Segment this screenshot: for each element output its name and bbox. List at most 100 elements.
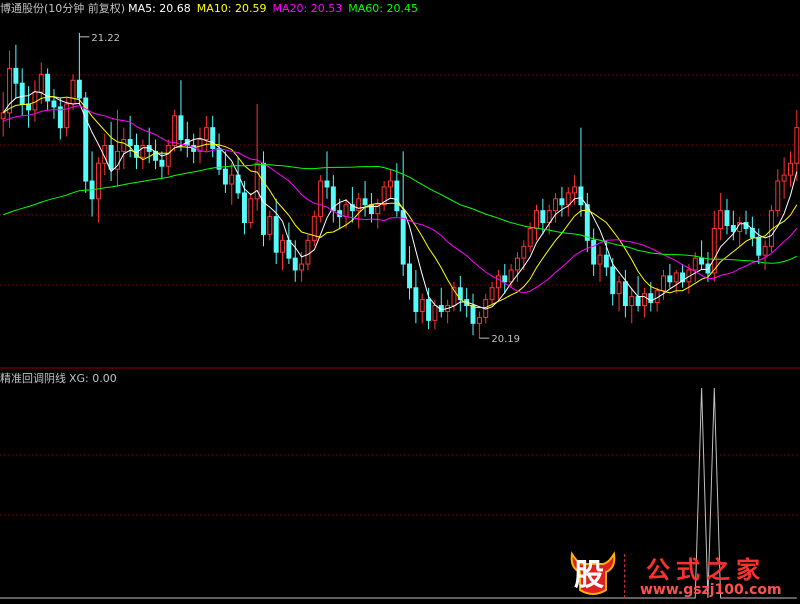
candle-body-up [356, 198, 362, 212]
candle-body-up [616, 281, 622, 295]
candle [57, 98, 63, 140]
candle [426, 287, 432, 330]
candle-body-down [426, 299, 432, 321]
candle-body-down [394, 180, 400, 212]
candle [616, 275, 622, 312]
candle-body-up [318, 180, 324, 218]
candle-body-down [178, 115, 184, 141]
candle-body-down [108, 144, 114, 170]
candle-body-up [203, 127, 209, 141]
candle [502, 264, 508, 294]
candle [140, 139, 146, 170]
candle [775, 169, 781, 217]
candle [591, 228, 597, 276]
candle [641, 287, 647, 318]
ma60-label: MA60: 20.45 [348, 2, 418, 15]
candle [495, 269, 501, 300]
candle [222, 151, 228, 193]
candle-body-down [578, 186, 584, 206]
candle [788, 151, 793, 187]
candle [165, 139, 171, 176]
candle-body-up [121, 139, 127, 152]
candle [794, 109, 800, 182]
candle-body-up [64, 103, 70, 129]
candle-body-down [502, 275, 508, 283]
candle [476, 311, 482, 339]
candle-body-up [794, 127, 800, 164]
candle [654, 287, 660, 312]
candle-body-up [495, 275, 501, 289]
candle [388, 169, 393, 199]
candle [578, 127, 584, 217]
stock-chart[interactable]: 21.22 20.19 [0, 0, 800, 604]
candle-body-up [70, 79, 76, 105]
candle [438, 287, 444, 318]
candle-body-up [476, 316, 482, 324]
candle [762, 240, 768, 270]
candle [216, 133, 222, 176]
candle-body-down [470, 305, 476, 324]
candle-body-up [572, 186, 578, 194]
candle [381, 181, 387, 211]
candle-body-up [553, 198, 559, 212]
candle [470, 293, 476, 336]
candle-body-up [299, 263, 305, 271]
candle [635, 275, 641, 312]
ma5-label: MA5: 20.68 [128, 2, 191, 15]
main-chart-header: 博通股份(10分钟 前复权) MA5: 20.68 MA10: 20.59 MA20:… [0, 1, 424, 17]
candle-body-up [565, 192, 571, 206]
candle-body-up [661, 275, 666, 292]
candle [229, 163, 235, 205]
candle-body-up [280, 239, 286, 253]
candle-body-down [292, 257, 298, 271]
annotation-label: 20.19 [491, 334, 520, 345]
candle [26, 86, 32, 128]
candle [280, 234, 286, 270]
candle-body-down [210, 127, 216, 149]
candle-body-up [718, 210, 724, 229]
candle [457, 275, 463, 312]
candle-body-up [140, 144, 146, 158]
candle [95, 157, 101, 223]
candle [178, 80, 184, 152]
candle [114, 109, 120, 187]
candle [153, 139, 159, 170]
ma20-line [3, 105, 798, 294]
candle-body-down [756, 236, 762, 256]
candle [565, 186, 571, 217]
candle [254, 103, 260, 211]
candle [514, 252, 520, 282]
candle-body-up [788, 162, 793, 176]
candle-body-down [273, 216, 279, 253]
candle-body-up [388, 180, 393, 188]
candle [534, 204, 539, 241]
candle-body-up [514, 257, 520, 271]
ma20-label: MA20: 20.53 [272, 2, 343, 15]
candle [184, 121, 190, 158]
candle-body-up [311, 216, 317, 241]
candle-body-up [0, 112, 6, 120]
candle [70, 74, 76, 110]
candle-body-up [172, 115, 178, 146]
candle [743, 210, 749, 235]
candle-body-down [591, 239, 597, 265]
candle-body-down [76, 79, 82, 99]
candle-body-down [559, 198, 565, 206]
candle-body-down [699, 257, 705, 265]
candle [749, 216, 755, 247]
candle-body-down [51, 100, 57, 108]
candle [584, 192, 590, 253]
candle [432, 299, 438, 330]
candle-body-up [597, 254, 603, 265]
candle-body-up [432, 305, 438, 321]
candle-body-down [603, 254, 609, 268]
candle-body-up [711, 227, 717, 274]
indicator-name: 精准回调阴线 [0, 372, 66, 385]
watermark-logo: 股 公式之家 www.gszj100.com [560, 546, 800, 604]
candle [324, 151, 330, 199]
candle [413, 269, 419, 324]
candle [172, 109, 178, 152]
candle-body-down [667, 275, 673, 283]
candle [489, 281, 495, 306]
indicator-header: 精准回调阴线 XG: 0.00 [0, 371, 123, 387]
